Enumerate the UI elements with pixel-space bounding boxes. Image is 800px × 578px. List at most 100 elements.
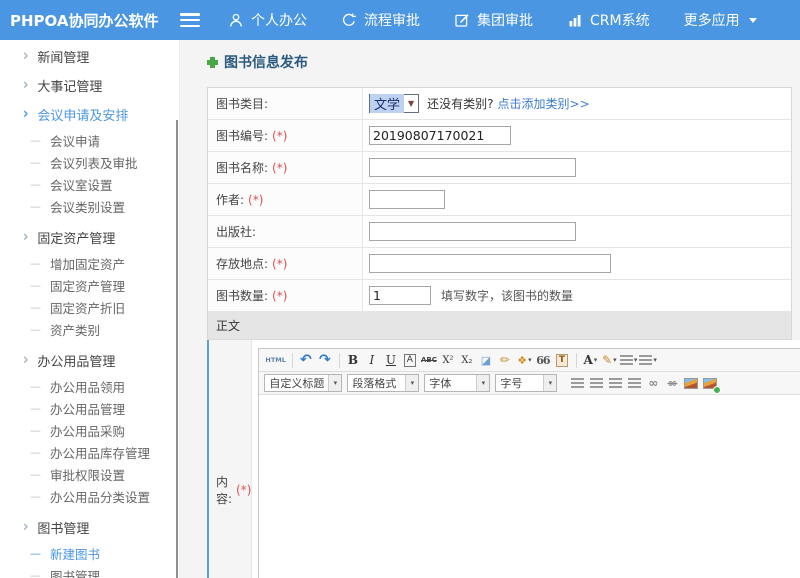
align-center-icon[interactable] xyxy=(588,374,605,393)
sidebar-item[interactable]: 办公用品分类设置 xyxy=(0,485,179,507)
font-border-icon[interactable]: A xyxy=(402,351,419,370)
field-label: 出版社: xyxy=(216,223,256,240)
item-prefix-icon xyxy=(30,569,41,578)
item-prefix-icon xyxy=(23,519,28,537)
bold-icon[interactable]: B xyxy=(345,351,362,370)
main-content: 图书信息发布 图书类目: 文学 ▼ 还没有类别? 点击添加类别>> xyxy=(180,40,800,578)
section-title: 正文 xyxy=(216,317,240,334)
book-number-input[interactable] xyxy=(369,126,511,145)
clean-format-icon[interactable]: ✏ xyxy=(497,351,514,370)
underline-icon[interactable]: U xyxy=(383,351,400,370)
item-prefix-icon xyxy=(30,380,41,393)
form-row-quantity: 图书数量: (*) 填写数字，该图书的数量 xyxy=(208,280,791,312)
custom-heading-select[interactable]: 自定义标题 ▾ xyxy=(264,374,342,392)
menu-toggle-button[interactable] xyxy=(180,13,200,27)
sidebar-item[interactable]: 图书管理 xyxy=(0,564,179,578)
sidebar-item[interactable]: 办公用品库存管理 xyxy=(0,441,179,463)
strikethrough-icon[interactable]: ABC xyxy=(421,351,438,370)
sidebar-item[interactable]: 会议申请及安排 xyxy=(0,100,179,129)
nav-crm-system[interactable]: CRM系统 xyxy=(567,10,650,30)
no-category-text: 还没有类别? xyxy=(427,95,493,112)
content-row-accent xyxy=(207,340,209,578)
chevron-down-icon: ▾ xyxy=(328,375,341,391)
paste-text-icon[interactable]: T xyxy=(554,351,571,370)
nav-group-approval[interactable]: 集团审批 xyxy=(454,10,533,30)
book-name-input[interactable] xyxy=(369,158,576,177)
book-category-select[interactable]: 文学 ▼ xyxy=(369,94,419,113)
item-prefix-icon xyxy=(23,229,28,247)
font-size-select[interactable]: 字号 ▾ xyxy=(495,374,557,392)
selected-category: 文学 xyxy=(370,94,404,113)
image-icon[interactable] xyxy=(683,374,700,393)
italic-icon[interactable]: I xyxy=(364,351,381,370)
align-left-icon[interactable] xyxy=(569,374,586,393)
field-label: 存放地点: xyxy=(216,255,268,272)
nav-process-approval[interactable]: 流程审批 xyxy=(341,10,420,30)
nav-personal-office[interactable]: 个人办公 xyxy=(228,10,307,30)
editor-content-area[interactable] xyxy=(259,395,800,578)
format-painter-icon[interactable]: ❖ ▾ xyxy=(516,351,533,370)
chevron-down-icon: ▾ xyxy=(476,375,489,391)
item-prefix-icon xyxy=(30,323,41,336)
item-prefix-icon xyxy=(23,48,28,66)
sidebar-item[interactable]: 新建图书 xyxy=(0,542,179,564)
sidebar-item[interactable]: 图书管理 xyxy=(0,513,179,542)
editor-toolbar-row2: 自定义标题 ▾ 段落格式 ▾ xyxy=(259,372,800,395)
sidebar-item[interactable]: 资产类别 xyxy=(0,318,179,340)
nav-label: 流程审批 xyxy=(364,10,420,30)
form-row-content: 内容: (*) HTML xyxy=(208,340,791,578)
sidebar-item[interactable]: 固定资产折旧 xyxy=(0,296,179,318)
sidebar-item[interactable]: 固定资产管理 xyxy=(0,223,179,252)
html-source-icon[interactable]: HTML xyxy=(265,351,286,370)
unordered-list-icon[interactable]: ▾ xyxy=(639,351,657,370)
sidebar-item[interactable]: 会议室设置 xyxy=(0,173,179,195)
item-prefix-icon xyxy=(30,200,41,213)
superscript-icon[interactable]: X² xyxy=(440,351,457,370)
item-prefix-icon xyxy=(30,490,41,503)
add-plus-icon xyxy=(207,57,218,68)
page-title-text: 图书信息发布 xyxy=(224,52,308,72)
sidebar-item[interactable]: 办公用品采购 xyxy=(0,419,179,441)
insert-image-icon[interactable] xyxy=(702,374,719,393)
highlight-icon[interactable]: ✎ ▾ xyxy=(601,351,618,370)
font-family-select[interactable]: 字体 ▾ xyxy=(424,374,490,392)
nav-more-apps[interactable]: 更多应用 xyxy=(684,10,757,30)
location-input[interactable] xyxy=(369,254,611,273)
justify-icon[interactable] xyxy=(626,374,643,393)
sidebar-item[interactable]: 大事记管理 xyxy=(0,71,179,100)
sidebar-item[interactable]: 固定资产管理 xyxy=(0,274,179,296)
item-prefix-icon xyxy=(30,468,41,481)
unlink-icon[interactable]: ∞ xyxy=(664,374,681,393)
sidebar: 新闻管理 大事记管理 会议申请及安排 会议申请 xyxy=(0,40,180,578)
blockquote-icon[interactable]: 66 xyxy=(535,351,552,370)
item-prefix-icon xyxy=(23,352,28,370)
redo-icon[interactable]: ↷ xyxy=(317,351,334,370)
sidebar-item[interactable]: 办公用品管理 xyxy=(0,346,179,375)
author-input[interactable] xyxy=(369,190,445,209)
undo-icon[interactable]: ↶ xyxy=(298,351,315,370)
publisher-input[interactable] xyxy=(369,222,576,241)
paragraph-format-select[interactable]: 段落格式 ▾ xyxy=(347,374,419,392)
body-section-header: 正文 xyxy=(208,312,791,340)
item-prefix-icon xyxy=(30,446,41,459)
item-prefix-icon xyxy=(30,279,41,292)
font-color-icon[interactable]: A ▾ xyxy=(582,351,599,370)
subscript-icon[interactable]: X₂ xyxy=(459,351,476,370)
sidebar-item[interactable]: 会议列表及审批 xyxy=(0,151,179,173)
sidebar-item[interactable]: 会议类别设置 xyxy=(0,195,179,217)
sidebar-item[interactable]: 办公用品管理 xyxy=(0,397,179,419)
align-right-icon[interactable] xyxy=(607,374,624,393)
sidebar-item[interactable]: 新闻管理 xyxy=(0,42,179,71)
topbar: PHPOA协同办公软件 个人办公 流程审批 xyxy=(0,0,800,40)
link-icon[interactable]: ∞ xyxy=(645,374,662,393)
sidebar-item[interactable]: 会议申请 xyxy=(0,129,179,151)
sidebar-item[interactable]: 办公用品领用 xyxy=(0,375,179,397)
divider xyxy=(576,353,577,368)
eraser-icon[interactable]: ◪ xyxy=(478,351,495,370)
sidebar-item[interactable]: 增加固定资产 xyxy=(0,252,179,274)
add-category-link[interactable]: 点击添加类别>> xyxy=(498,95,590,112)
sidebar-item[interactable]: 审批权限设置 xyxy=(0,463,179,485)
quantity-input[interactable] xyxy=(369,286,431,305)
ordered-list-icon[interactable]: ▾ xyxy=(620,351,638,370)
sidebar-scrollbar[interactable] xyxy=(176,120,178,578)
